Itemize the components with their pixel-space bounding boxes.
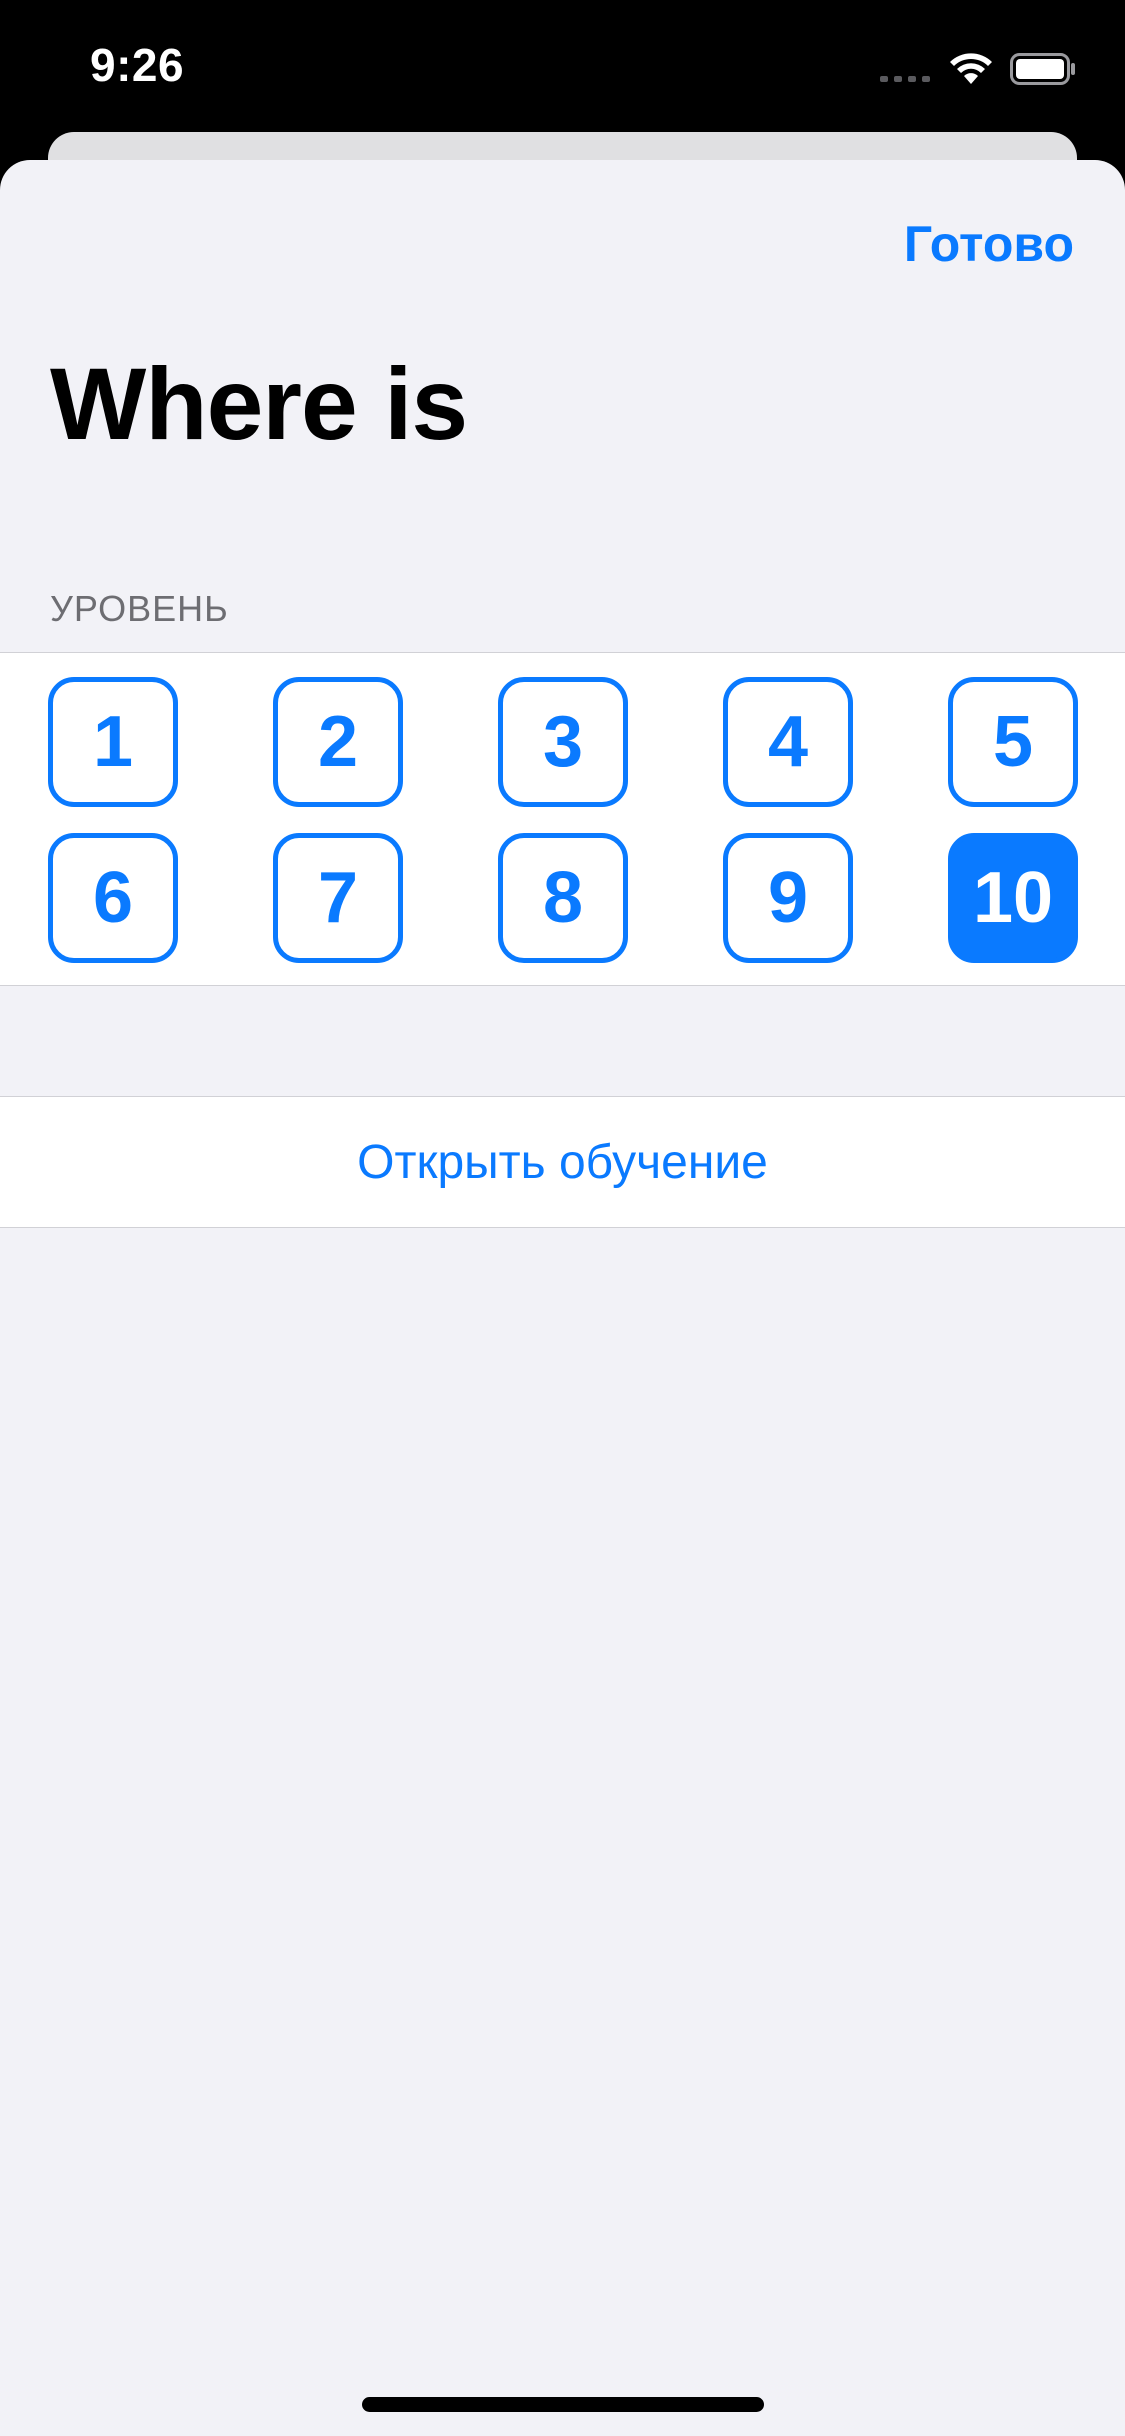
level-button-6[interactable]: 6: [48, 833, 178, 963]
settings-sheet: Готово Where is УРОВЕНЬ 1 2 3 4 5 6 7 8 …: [0, 160, 1125, 2436]
level-grid: 1 2 3 4 5 6 7 8 9 10: [48, 677, 1078, 963]
page-title: Where is: [50, 347, 468, 461]
level-button-9[interactable]: 9: [723, 833, 853, 963]
open-tutorial-label: Открыть обучение: [357, 1135, 768, 1189]
open-tutorial-button[interactable]: Открыть обучение: [0, 1096, 1125, 1228]
status-time: 9:26: [90, 39, 185, 91]
level-picker-card: 1 2 3 4 5 6 7 8 9 10: [0, 652, 1125, 986]
battery-icon: [1010, 53, 1075, 85]
home-indicator: [362, 2397, 764, 2412]
level-button-8[interactable]: 8: [498, 833, 628, 963]
level-button-2[interactable]: 2: [273, 677, 403, 807]
level-button-10[interactable]: 10: [948, 833, 1078, 963]
status-bar: 9:26: [0, 0, 1125, 130]
level-button-3[interactable]: 3: [498, 677, 628, 807]
level-button-4[interactable]: 4: [723, 677, 853, 807]
wifi-icon: [950, 53, 992, 84]
level-section-header: УРОВЕНЬ: [50, 588, 229, 629]
level-button-5[interactable]: 5: [948, 677, 1078, 807]
done-button[interactable]: Готово: [904, 215, 1074, 273]
level-button-7[interactable]: 7: [273, 833, 403, 963]
level-button-1[interactable]: 1: [48, 677, 178, 807]
cellular-signal-icon: [880, 76, 930, 82]
